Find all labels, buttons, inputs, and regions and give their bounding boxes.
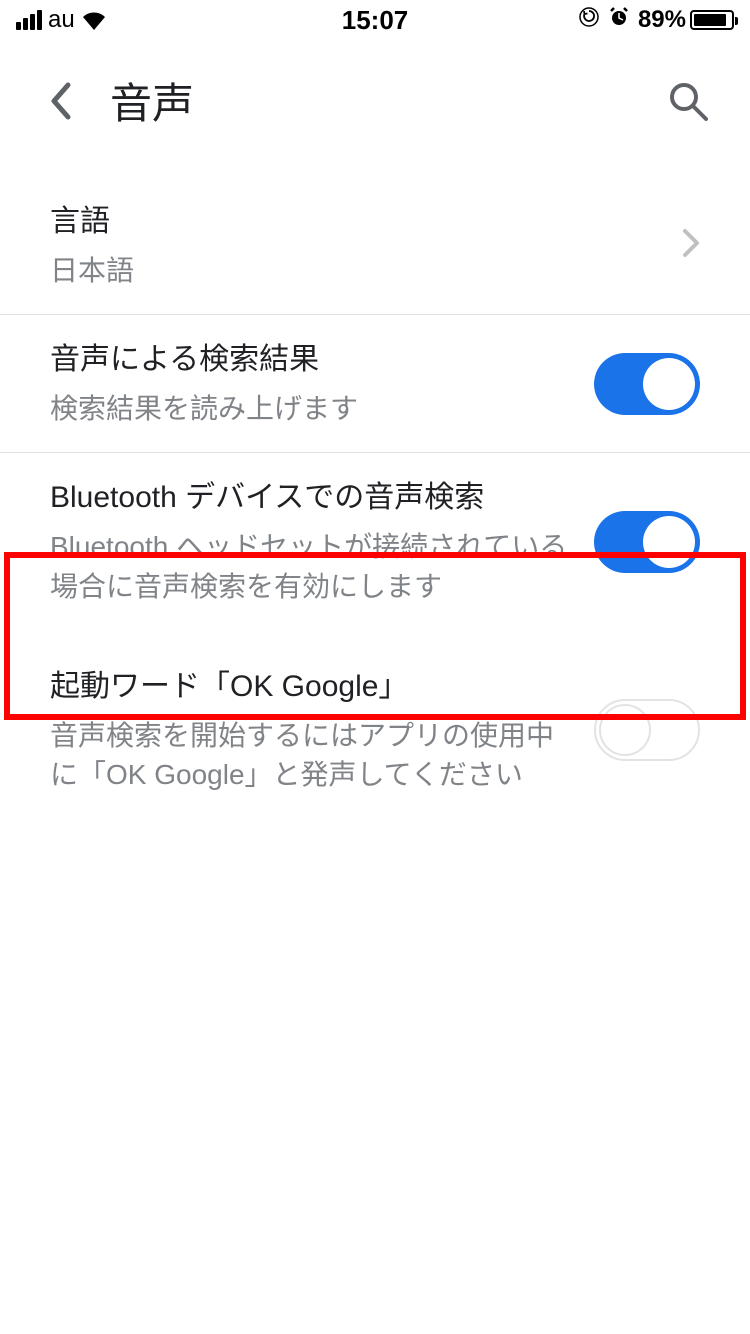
setting-voice-results-title: 音声による検索結果	[50, 339, 574, 381]
status-bar: au 15:07 89%	[0, 0, 750, 40]
search-icon	[666, 79, 710, 123]
battery-icon	[690, 10, 734, 30]
status-time: 15:07	[342, 5, 409, 36]
setting-language[interactable]: 言語 日本語	[0, 161, 750, 315]
setting-bluetooth-title: Bluetooth デバイスでの音声検索	[50, 477, 574, 519]
signal-icon	[16, 10, 42, 30]
toggle-knob	[599, 704, 651, 756]
toggle-knob	[643, 358, 695, 410]
wifi-icon	[81, 10, 107, 30]
setting-bluetooth-subtitle: Bluetooth ヘッドセットが接続されている場合に音声検索を有効にします	[50, 527, 574, 605]
chevron-left-icon	[49, 82, 71, 120]
status-left: au	[16, 6, 107, 34]
setting-voice-results-subtitle: 検索結果を読み上げます	[50, 389, 574, 428]
battery-percent-label: 89%	[638, 6, 686, 34]
setting-ok-google-subtitle: 音声検索を開始するにはアプリの使用中に「OK Google」と発声してください	[50, 716, 574, 794]
toggle-knob	[643, 516, 695, 568]
chevron-right-icon	[682, 228, 700, 263]
setting-bluetooth[interactable]: Bluetooth デバイスでの音声検索 Bluetooth ヘッドセットが接続…	[0, 453, 750, 629]
setting-language-title: 言語	[50, 201, 682, 243]
toggle-ok-google[interactable]	[594, 699, 700, 761]
status-right: 89%	[578, 6, 734, 35]
settings-list: 言語 日本語 音声による検索結果 検索結果を読み上げます Bluetooth デ…	[0, 161, 750, 818]
battery-indicator: 89%	[638, 6, 734, 34]
page-title: 音声	[110, 70, 194, 131]
toggle-voice-results[interactable]	[594, 353, 700, 415]
setting-ok-google-title: 起動ワード「OK Google」	[50, 666, 574, 708]
back-button[interactable]	[40, 81, 80, 121]
setting-ok-google[interactable]: 起動ワード「OK Google」 音声検索を開始するにはアプリの使用中に「OK …	[0, 630, 750, 818]
setting-language-value: 日本語	[50, 251, 682, 290]
carrier-label: au	[48, 6, 75, 34]
rotation-lock-icon	[578, 6, 600, 35]
search-button[interactable]	[666, 79, 710, 123]
setting-voice-results[interactable]: 音声による検索結果 検索結果を読み上げます	[0, 315, 750, 453]
alarm-icon	[608, 6, 630, 35]
toggle-bluetooth[interactable]	[594, 511, 700, 573]
page-header: 音声	[0, 40, 750, 161]
